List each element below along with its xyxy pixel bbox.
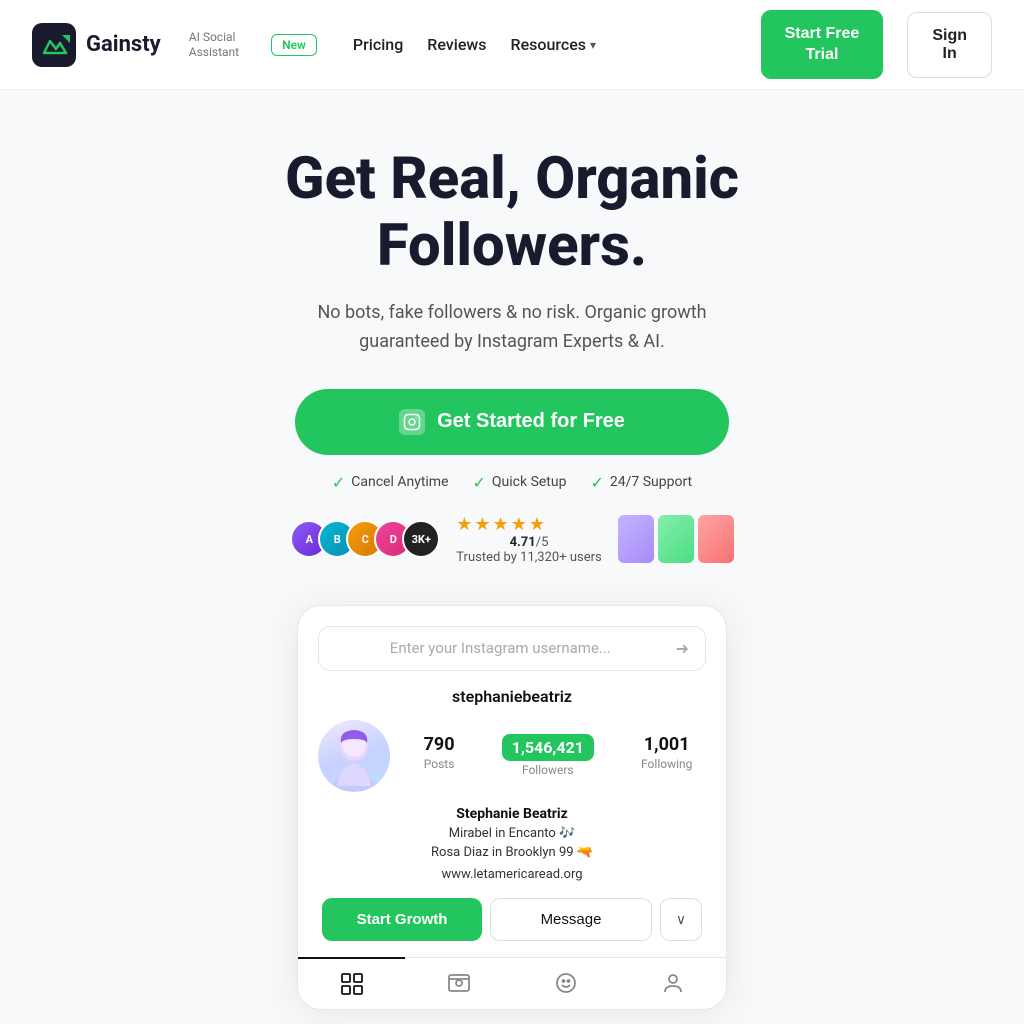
rating-block: ★ ★ ★ ★ ★ 4.71/5 Trusted by 11,320+ user…	[456, 514, 601, 565]
logo-link[interactable]: Gainsty	[32, 23, 161, 67]
star-icons: ★ ★ ★ ★ ★	[456, 514, 601, 535]
following-stat: 1,001 Following	[641, 734, 692, 777]
start-trial-button[interactable]: Start Free Trial	[761, 10, 884, 80]
ai-label: AI Social Assistant	[189, 30, 239, 59]
tab-contact[interactable]	[619, 958, 726, 1009]
trust-setup: ✓ Quick Setup	[473, 473, 567, 492]
reels-icon	[448, 972, 470, 994]
proof-image-1	[618, 515, 654, 563]
star-3: ★	[493, 514, 509, 535]
avatar-count: 3K+	[402, 520, 440, 558]
star-1: ★	[456, 514, 472, 535]
posts-count: 790	[424, 734, 455, 755]
person-icon	[662, 972, 684, 994]
hero-subtitle: No bots, fake followers & no risk. Organ…	[282, 299, 742, 357]
profile-card: Enter your Instagram username... ➜ steph…	[297, 605, 727, 1010]
social-proof: A B C D 3K+ ★ ★ ★ ★ ★ 4.71/5 Trusted by …	[290, 514, 733, 565]
message-button[interactable]: Message	[490, 898, 652, 941]
sign-in-button[interactable]: Sign In	[907, 12, 992, 78]
dropdown-button[interactable]: ∨	[660, 898, 702, 941]
hero-title: Get Real, Organic Followers.	[202, 146, 822, 279]
profile-section: stephaniebeatriz	[298, 687, 726, 957]
start-growth-button[interactable]: Start Growth	[322, 898, 482, 941]
profile-username: stephaniebeatriz	[452, 687, 572, 706]
trust-cancel: ✓ Cancel Anytime	[332, 473, 449, 492]
navbar: Gainsty AI Social Assistant New Pricing …	[0, 0, 1024, 90]
star-5: ★	[529, 514, 545, 535]
followers-label: Followers	[522, 763, 574, 777]
profile-row: 790 Posts 1,546,421 Followers 1,001 Foll…	[318, 720, 706, 792]
check-icon-2: ✓	[473, 473, 486, 492]
tab-reels[interactable]	[405, 958, 512, 1009]
stats-row: 790 Posts 1,546,421 Followers 1,001 Foll…	[410, 734, 706, 777]
proof-image-3	[698, 515, 734, 563]
nav-reviews[interactable]: Reviews	[427, 35, 486, 54]
tab-grid[interactable]	[298, 957, 405, 1009]
nav-pricing[interactable]: Pricing	[353, 35, 403, 54]
get-started-button[interactable]: Get Started for Free	[295, 389, 729, 455]
search-arrow-icon: ➜	[676, 639, 689, 658]
tab-tagged[interactable]	[512, 958, 619, 1009]
bio-name: Stephanie Beatriz	[322, 806, 702, 822]
star-4: ★	[511, 514, 527, 535]
logo-icon	[32, 23, 76, 67]
posts-stat: 790 Posts	[424, 734, 455, 777]
bio-line-2: Rosa Diaz in Brooklyn 99 🔫	[322, 843, 702, 863]
proof-images	[618, 515, 734, 563]
grid-icon	[341, 973, 363, 995]
followers-count: 1,546,421	[502, 734, 594, 761]
star-2: ★	[474, 514, 490, 535]
bio-line-1: Mirabel in Encanto 🎶	[322, 824, 702, 844]
smiley-icon	[555, 972, 577, 994]
trust-badges: ✓ Cancel Anytime ✓ Quick Setup ✓ 24/7 Su…	[332, 473, 692, 492]
followers-stat: 1,546,421 Followers	[502, 734, 594, 777]
hero-section: Get Real, Organic Followers. No bots, fa…	[0, 90, 1024, 1010]
rating-text: 4.71/5 Trusted by 11,320+ users	[456, 535, 601, 565]
profile-avatar	[318, 720, 390, 792]
avatar-group: A B C D 3K+	[290, 520, 440, 558]
phone-tabs	[298, 957, 726, 1009]
following-count: 1,001	[644, 734, 690, 755]
check-icon-1: ✓	[332, 473, 345, 492]
following-label: Following	[641, 757, 692, 771]
instagram-icon	[399, 409, 425, 435]
profile-bio: Stephanie Beatriz Mirabel in Encanto 🎶 R…	[318, 806, 706, 882]
get-started-label: Get Started for Free	[437, 410, 625, 433]
avatar-image	[319, 721, 389, 791]
username-search-bar[interactable]: Enter your Instagram username... ➜	[318, 626, 706, 671]
profile-actions: Start Growth Message ∨	[318, 898, 706, 941]
new-badge: New	[271, 34, 317, 56]
search-placeholder: Enter your Instagram username...	[335, 639, 666, 657]
chevron-down-icon: ▾	[590, 38, 596, 52]
check-icon-3: ✓	[590, 473, 603, 492]
nav-resources[interactable]: Resources ▾	[511, 35, 597, 54]
proof-image-2	[658, 515, 694, 563]
posts-label: Posts	[424, 757, 455, 771]
bio-link[interactable]: www.letamericaread.org	[441, 867, 582, 882]
trust-support: ✓ 24/7 Support	[590, 473, 692, 492]
brand-name: Gainsty	[86, 32, 161, 57]
